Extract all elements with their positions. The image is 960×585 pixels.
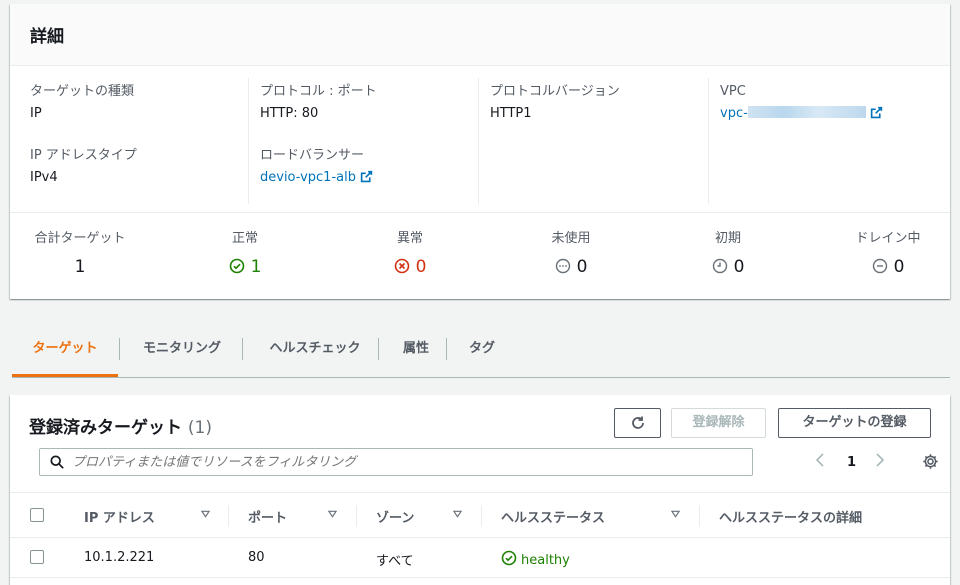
filter-search-input[interactable] <box>72 449 742 475</box>
tab-monitoring[interactable]: モニタリング <box>129 324 235 377</box>
summary-total-value: 1 <box>74 257 86 277</box>
summary-draining-value: 0 <box>893 257 905 277</box>
details-panel: 詳細 ターゲットの種類 IP IP アドレスタイプ IPv4 プロトコル : ポ… <box>10 4 950 299</box>
ip-address-type-label: IP アドレスタイプ <box>30 148 137 163</box>
details-header: 詳細 <box>10 4 950 66</box>
refresh-icon <box>631 416 644 429</box>
filter-search-box <box>39 448 753 476</box>
protocol-port-label: プロトコル : ポート <box>260 84 377 99</box>
sort-down-icon[interactable] <box>328 510 337 518</box>
tab-divider <box>119 338 120 360</box>
summary-total: 合計ターゲット 1 <box>10 229 150 279</box>
search-icon <box>50 455 64 469</box>
sort-down-icon[interactable] <box>453 510 462 518</box>
tab-bar: ターゲット モニタリング ヘルスチェック 属性 タグ <box>12 324 950 378</box>
select-all-checkbox[interactable] <box>30 508 44 522</box>
summary-total-label: 合計ターゲット <box>34 231 126 246</box>
prev-page-icon[interactable] <box>815 453 825 474</box>
summary-draining: ドレイン中 0 <box>818 229 958 279</box>
vpc-link[interactable]: vpc- <box>720 106 748 121</box>
column-health-status-details[interactable]: ヘルスステータスの詳細 <box>719 507 862 526</box>
summary-unhealthy: 異常 0 <box>340 229 480 279</box>
cell-health-status: healthy <box>501 550 570 568</box>
summary-initial-value: 0 <box>733 257 745 277</box>
external-link-icon[interactable] <box>870 106 883 119</box>
summary-unhealthy-value: 0 <box>415 257 427 277</box>
summary-unhealthy-label: 異常 <box>396 231 423 246</box>
tab-attributes[interactable]: 属性 <box>388 324 444 377</box>
next-page-icon[interactable] <box>875 453 885 474</box>
table-header: IP アドレス ポート ゾーン ヘルスステータス ヘルスステータスの詳細 <box>10 492 950 538</box>
summary-unused-label: 未使用 <box>551 231 591 246</box>
column-zone[interactable]: ゾーン <box>376 507 414 526</box>
registered-targets-title: 登録済みターゲット (1) <box>29 413 212 438</box>
summary-healthy-value: 1 <box>250 257 262 277</box>
check-circle-icon <box>501 550 517 566</box>
registered-targets-panel: 登録済みターゲット (1) 登録解除 ターゲットの登録 1 IP アドレス ポー… <box>10 395 950 585</box>
registered-targets-title-text: 登録済みターゲット <box>29 418 182 438</box>
summary-initial-label: 初期 <box>714 231 741 246</box>
cell-port: 80 <box>248 550 265 565</box>
register-targets-button[interactable]: ターゲットの登録 <box>778 408 931 438</box>
column-divider <box>228 505 229 527</box>
summary-healthy: 正常 1 <box>175 229 315 279</box>
details-title: 詳細 <box>30 27 64 47</box>
summary-draining-label: ドレイン中 <box>855 231 921 246</box>
column-health-status[interactable]: ヘルスステータス <box>501 507 605 526</box>
x-circle-icon <box>394 258 409 274</box>
refresh-button[interactable] <box>614 408 661 438</box>
protocol-port-value: HTTP: 80 <box>260 106 319 121</box>
check-circle-icon <box>229 258 244 274</box>
table-row[interactable]: 10.1.2.221 80 すべて healthy <box>10 538 950 578</box>
summary-healthy-label: 正常 <box>231 231 258 246</box>
details-col-3: プロトコルバージョン HTTP1 <box>470 78 708 208</box>
ip-address-type-value: IPv4 <box>30 170 58 185</box>
load-balancer-link[interactable]: devio-vpc1-alb <box>260 170 356 185</box>
target-summary: 合計ターゲット 1 正常 1 異常 0 未使用 0 初期 0 ドレイン中 0 <box>10 212 950 299</box>
protocol-version-label: プロトコルバージョン <box>490 84 620 99</box>
tab-health-check[interactable]: ヘルスチェック <box>252 324 378 377</box>
column-divider <box>699 505 700 527</box>
column-divider <box>481 505 482 527</box>
tab-divider <box>242 338 243 360</box>
ellipsis-circle-icon <box>555 258 570 274</box>
load-balancer-link-wrap: devio-vpc1-alb <box>260 168 478 188</box>
external-link-icon[interactable] <box>360 170 373 183</box>
protocol-version-value: HTTP1 <box>490 106 532 121</box>
sort-down-icon[interactable] <box>201 510 210 518</box>
summary-unused: 未使用 0 <box>501 229 641 279</box>
load-balancer-label: ロードバランサー <box>260 148 365 163</box>
cell-ip-address: 10.1.2.221 <box>84 550 155 565</box>
minus-circle-icon <box>872 258 887 274</box>
column-port[interactable]: ポート <box>248 507 287 526</box>
column-ip-address[interactable]: IP アドレス <box>84 507 155 526</box>
clock-icon <box>712 258 727 274</box>
cell-zone: すべて <box>376 554 414 569</box>
tab-divider <box>446 338 447 360</box>
target-type-value: IP <box>30 106 42 121</box>
details-columns: ターゲットの種類 IP IP アドレスタイプ IPv4 プロトコル : ポート … <box>10 70 950 208</box>
registered-targets-count: (1) <box>187 418 213 438</box>
vpc-link-wrap: vpc- <box>720 104 940 124</box>
details-col-1: ターゲットの種類 IP IP アドレスタイプ IPv4 <box>10 78 248 208</box>
details-col-2: プロトコル : ポート HTTP: 80 ロードバランサー devio-vpc1… <box>240 78 478 208</box>
vpc-label: VPC <box>720 84 746 99</box>
summary-unused-value: 0 <box>576 257 588 277</box>
details-col-4: VPC vpc- <box>700 78 940 208</box>
current-page[interactable]: 1 <box>847 453 856 473</box>
pagination: 1 <box>815 453 895 473</box>
deregister-button[interactable]: 登録解除 <box>671 408 766 438</box>
tab-targets[interactable]: ターゲット <box>12 324 118 377</box>
target-type-label: ターゲットの種類 <box>30 84 135 99</box>
tab-divider <box>378 338 379 360</box>
row-checkbox[interactable] <box>30 550 44 564</box>
sort-down-icon[interactable] <box>671 510 680 518</box>
column-divider <box>356 505 357 527</box>
health-status-text: healthy <box>521 553 570 568</box>
summary-initial: 初期 0 <box>658 229 798 279</box>
settings-gear-icon[interactable] <box>922 453 939 470</box>
tab-tags[interactable]: タグ <box>456 324 508 377</box>
vpc-id-redacted <box>747 106 866 118</box>
